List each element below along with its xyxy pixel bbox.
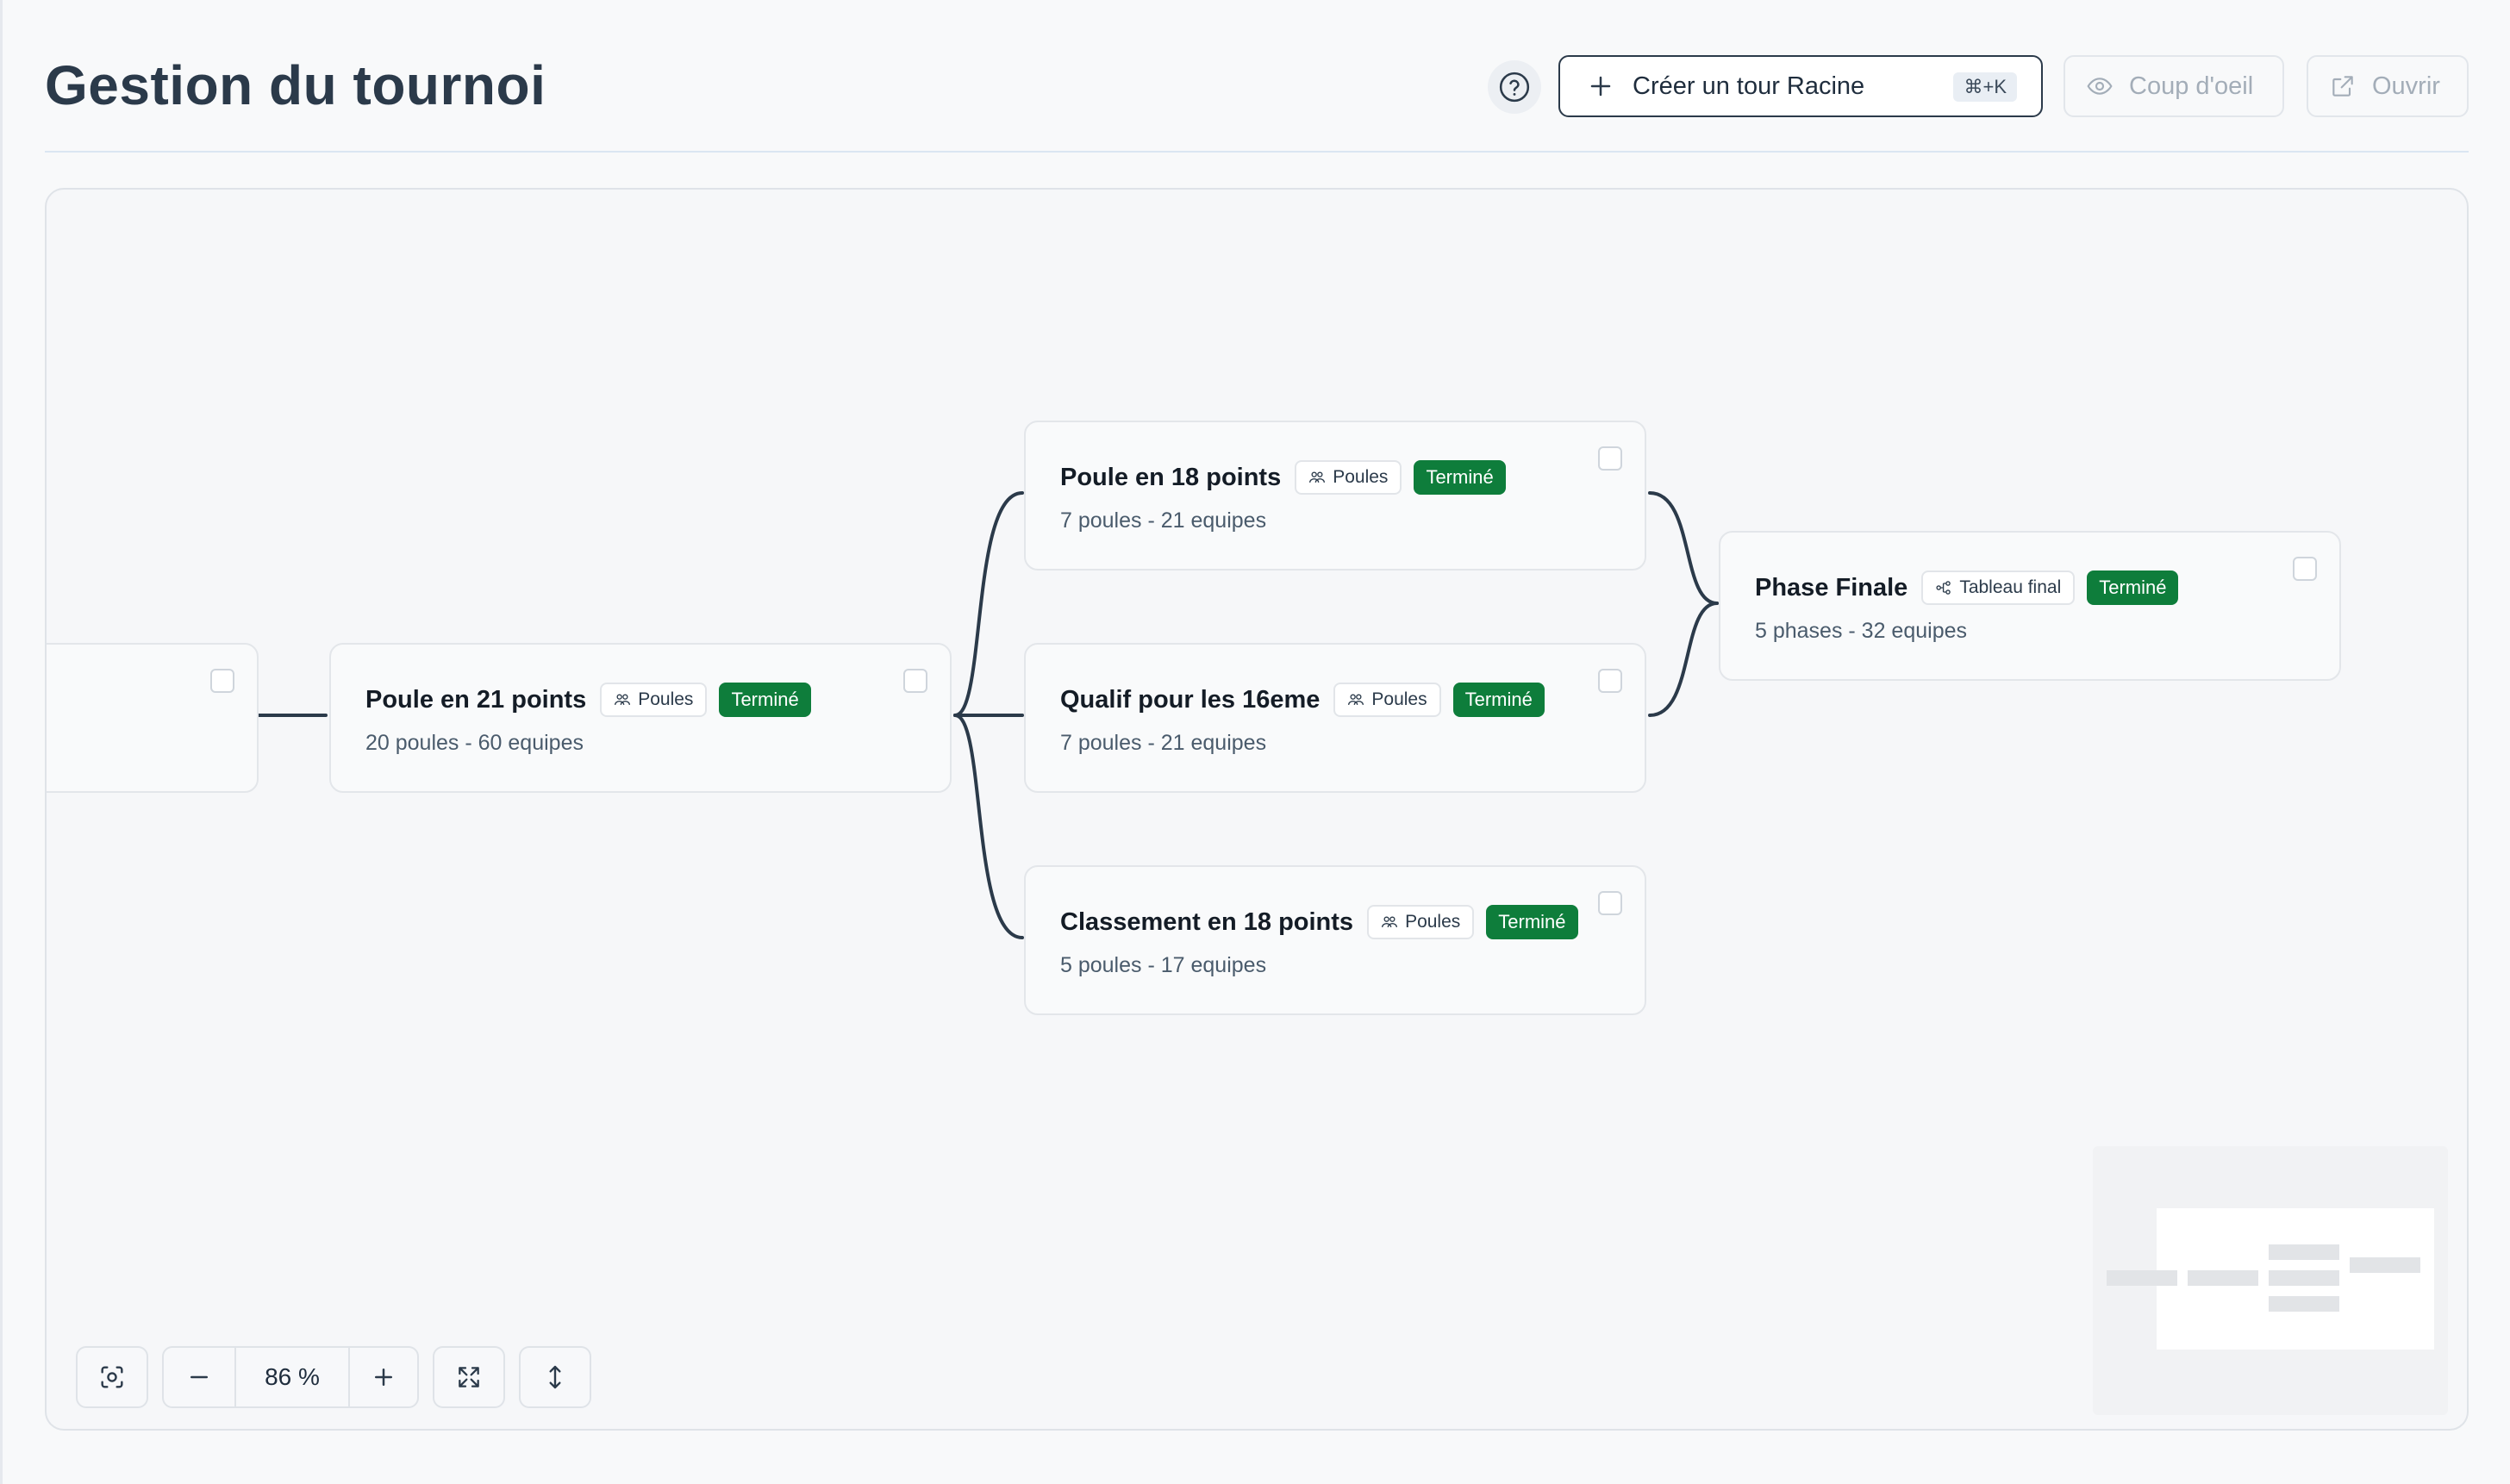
- team-icon: [1348, 694, 1364, 705]
- open-button[interactable]: Ouvrir: [2307, 55, 2469, 117]
- status-badge: Terminé: [719, 683, 811, 717]
- minus-icon: [190, 1375, 208, 1379]
- left-edge: [0, 0, 3, 1484]
- plus-icon: [375, 1369, 392, 1386]
- preview-button[interactable]: Coup d'oeil: [2064, 55, 2284, 117]
- tree-node-classement-18[interactable]: Classement en 18 points Poules Terminé 5…: [1024, 865, 1646, 1015]
- expand-icon: [459, 1367, 479, 1387]
- external-link-icon: [2332, 76, 2353, 97]
- node-title: Classement en 18 points: [1060, 907, 1354, 936]
- tree-node-poule-21[interactable]: Poule en 21 points Poules Terminé 20 pou…: [329, 643, 952, 793]
- node-summary: 5 phases - 32 equipes: [1755, 619, 1968, 643]
- team-icon: [615, 694, 631, 705]
- create-root-round-label: Créer un tour Racine: [1633, 72, 1865, 100]
- bracket-icon: [1936, 581, 1951, 595]
- node-title: Poule en 21 points: [365, 685, 587, 714]
- round-type-chip: Poules: [600, 683, 708, 717]
- status-badge: Terminé: [1414, 460, 1506, 495]
- team-icon: [1309, 471, 1326, 483]
- node-title: Poule en 18 points: [1060, 463, 1282, 491]
- round-type-chip: Tableau final: [1921, 571, 2076, 605]
- node-select-checkbox[interactable]: [903, 669, 927, 693]
- node-select-checkbox[interactable]: [2293, 557, 2317, 581]
- create-root-round-button[interactable]: Créer un tour Racine ⌘+K: [1558, 55, 2043, 117]
- connector-poule-21-to-poule-18: [953, 491, 1024, 717]
- zoom-level: 86 %: [265, 1363, 320, 1390]
- node-select-checkbox[interactable]: [210, 669, 234, 693]
- question-circle-icon: [1499, 72, 1530, 103]
- minimap-node: [2269, 1296, 2339, 1312]
- node-summary: 7 poules - 21 equipes: [1060, 508, 1267, 533]
- connector-poule-18-to-phase-finale: [1648, 491, 1719, 605]
- tree-node-qualif-16[interactable]: Qualif pour les 16eme Poules Terminé 7 p…: [1024, 643, 1646, 793]
- node-select-checkbox[interactable]: [1598, 446, 1622, 471]
- zoom-controls: 86 %: [162, 1346, 419, 1408]
- shortcut-badge: ⌘+K: [1953, 72, 2017, 102]
- connector-poule-21-to-classement-18: [953, 714, 1024, 939]
- status-badge: Terminé: [2087, 571, 2179, 605]
- zoom-in-button[interactable]: [348, 1348, 417, 1406]
- node-title: Qualif pour les 16eme: [1060, 685, 1321, 714]
- eye-icon: [2087, 78, 2113, 95]
- help-button[interactable]: [1488, 60, 1541, 114]
- minimap-node: [2107, 1270, 2177, 1286]
- page-title: Gestion du tournoi: [45, 54, 546, 116]
- tree-node-root[interactable]: [47, 643, 259, 793]
- zoom-out-button[interactable]: [164, 1348, 236, 1406]
- node-summary: 7 poules - 21 equipes: [1060, 731, 1267, 755]
- connector-qualif-16-to-phase-finale: [1648, 602, 1719, 717]
- round-type-chip: Poules: [1333, 683, 1441, 717]
- minimap-node: [2188, 1270, 2258, 1286]
- round-type-chip: Poules: [1295, 460, 1402, 495]
- status-badge: Terminé: [1452, 683, 1545, 717]
- node-select-checkbox[interactable]: [1598, 891, 1622, 915]
- vertical-arrows-icon: [549, 1365, 561, 1389]
- minimap-node: [2350, 1257, 2420, 1273]
- preview-label: Coup d'oeil: [2129, 72, 2254, 100]
- plus-icon: [1590, 76, 1611, 97]
- fullscreen-button[interactable]: [433, 1346, 505, 1408]
- minimap-node: [2269, 1270, 2339, 1286]
- tournament-tree-canvas[interactable]: Poule en 21 points Poules Terminé 20 pou…: [45, 188, 2469, 1431]
- fit-view-button[interactable]: [76, 1346, 148, 1408]
- status-badge: Terminé: [1486, 905, 1578, 939]
- open-label: Ouvrir: [2372, 72, 2440, 100]
- header-divider: [45, 151, 2469, 153]
- node-summary: 5 poules - 17 equipes: [1060, 953, 1267, 977]
- round-type-chip: Poules: [1367, 905, 1475, 939]
- tree-node-poule-18[interactable]: Poule en 18 points Poules Terminé 7 poul…: [1024, 421, 1646, 571]
- node-select-checkbox[interactable]: [1598, 669, 1622, 693]
- minimap-node: [2269, 1244, 2339, 1260]
- tree-node-phase-finale[interactable]: Phase Finale Tableau final Terminé 5 pha…: [1719, 531, 2341, 681]
- focus-icon: [101, 1366, 123, 1388]
- node-title: Phase Finale: [1755, 573, 1908, 602]
- node-summary: 20 poules - 60 equipes: [365, 731, 584, 755]
- vertical-layout-button[interactable]: [519, 1346, 591, 1408]
- minimap[interactable]: [2093, 1146, 2448, 1415]
- team-icon: [1382, 916, 1398, 927]
